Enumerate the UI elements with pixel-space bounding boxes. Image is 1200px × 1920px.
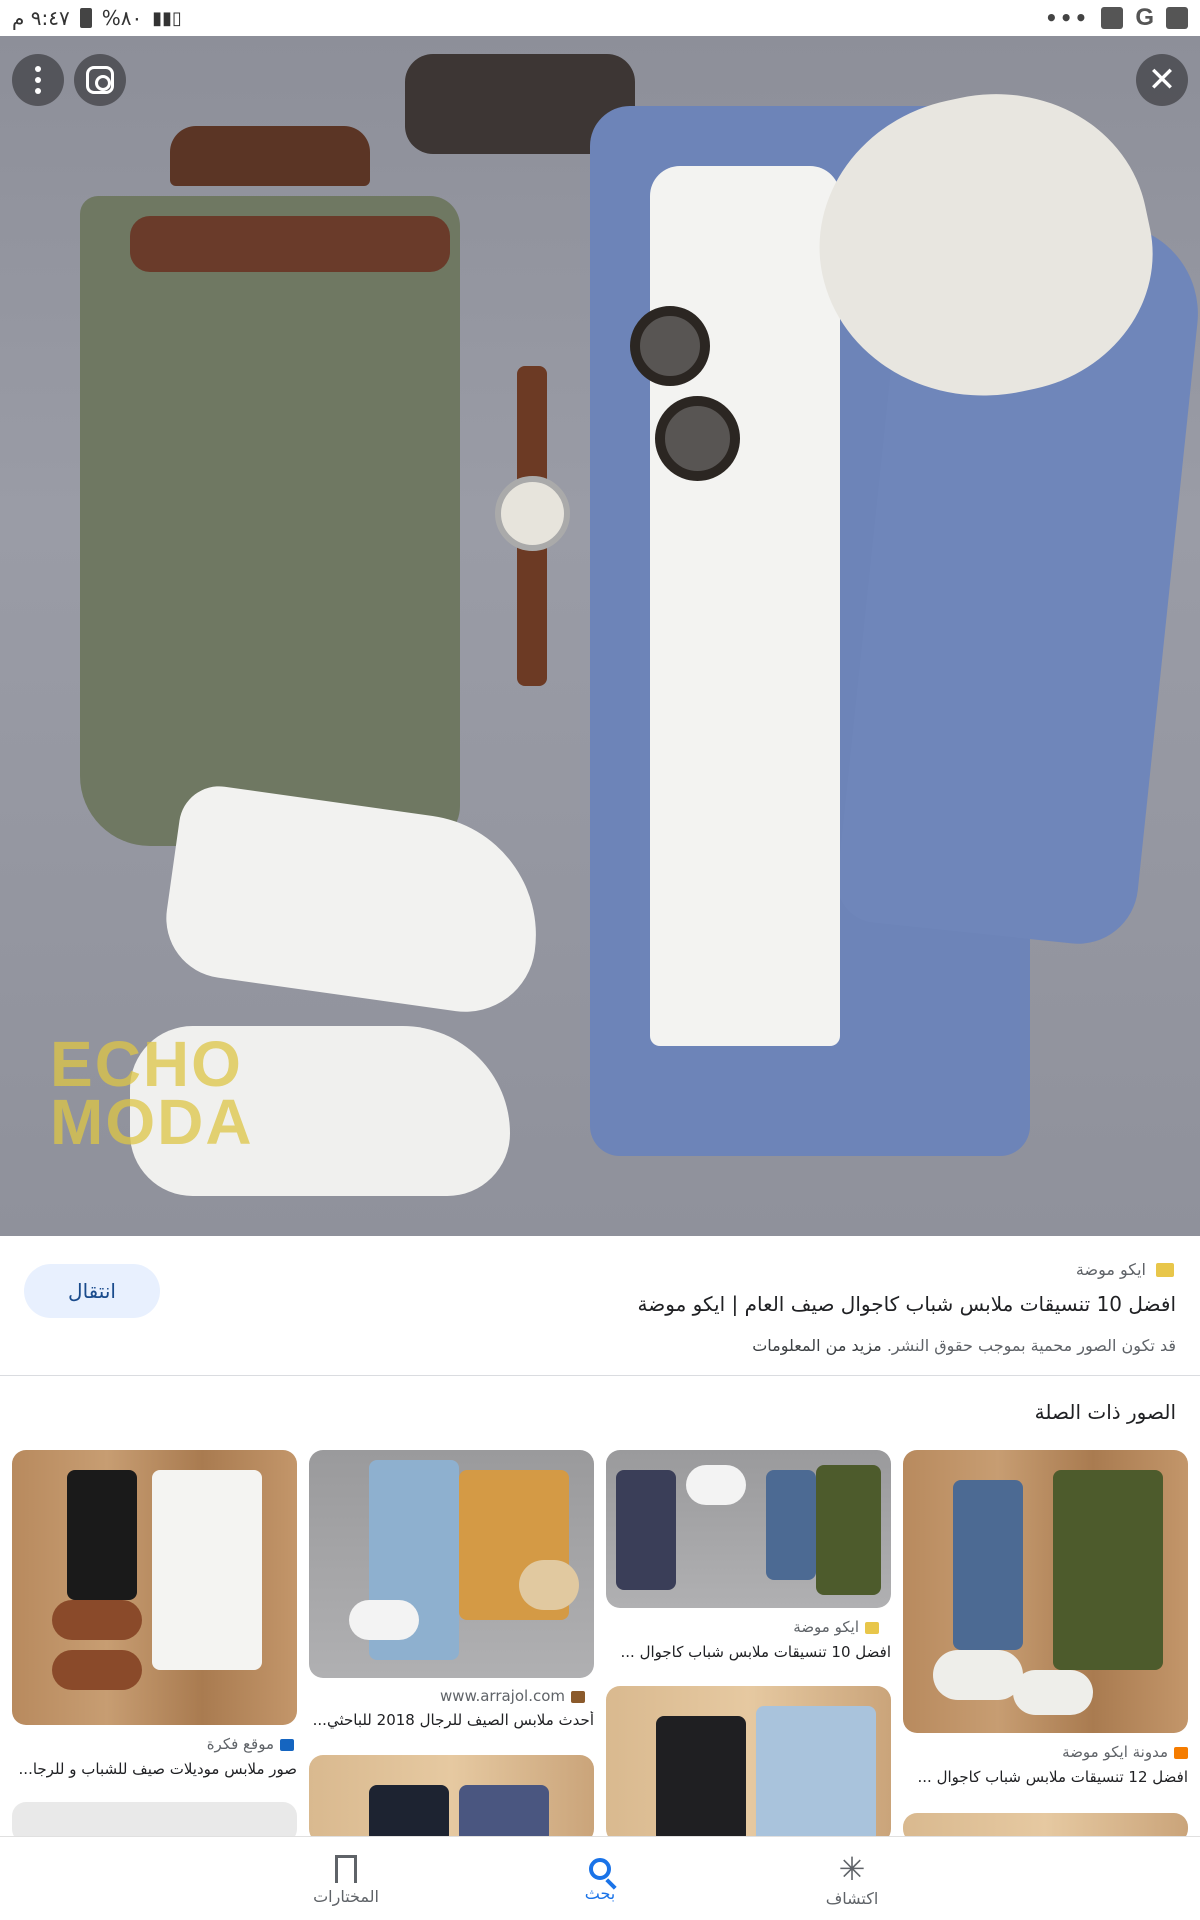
thumb-cap [519,1560,579,1610]
thumb-jacket [816,1465,881,1595]
search-icon [589,1857,611,1880]
main-image[interactable]: ECHO MODA ✕ [0,36,1200,1236]
image-sunglasses-right [655,396,740,481]
vertical-dots-icon [35,66,41,94]
thumb-jeans [656,1716,746,1843]
related-source-2[interactable]: ايكو موضة [793,1618,879,1636]
related-images-header: الصور ذات الصلة [1034,1400,1176,1424]
battery-level: %٨٠ [101,6,143,30]
visit-button[interactable]: انتقال [24,1264,160,1318]
image-tshirt [650,166,840,1046]
google-lens-icon [86,66,114,94]
image-shorts [80,196,460,846]
thumb-shoe [686,1465,746,1505]
image-watch-face [495,476,570,551]
more-options-button[interactable] [12,54,64,106]
related-title-2[interactable]: افضل 10 تنسيقات ملابس شباب كاجوال ... [611,1643,891,1661]
site-favicon-icon [571,1690,585,1703]
google-icon: G [1135,4,1154,31]
signal-icon: ▮▮▯ [152,7,182,29]
result-source-label: ايكو موضة [1075,1260,1146,1279]
bookmark-icon [335,1854,357,1883]
thumb-jeans [67,1470,137,1600]
thumb-shirt [756,1706,876,1843]
thumb-shoe [349,1600,419,1640]
gallery-icon [1166,7,1188,29]
more-info-link[interactable]: مزيد من المعلومات [752,1336,882,1355]
nav-discover[interactable]: ✳ اكتشاف [772,1845,932,1915]
image-watermark: ECHO MODA [50,1028,254,1158]
asterisk-icon: ✳ [838,1849,866,1888]
status-time: ٩:٤٧ م [12,6,70,30]
image-sunglasses-left [630,306,710,386]
thumb-plaid-shirt [616,1470,676,1590]
bottom-navigation: ✳ اكتشاف بحث المختارات [0,1836,1200,1920]
related-image-1[interactable] [903,1450,1188,1733]
nav-collections[interactable]: المختارات [266,1845,426,1915]
related-image-4[interactable] [12,1450,297,1725]
copyright-notice: قد تكون الصور محمية بموجب حقوق النشر. مز… [752,1336,1176,1355]
site-favicon-icon [865,1621,879,1634]
image-belt-loop [170,126,370,186]
site-favicon-icon [280,1738,294,1751]
related-image-6[interactable] [606,1686,891,1843]
thumb-jeans [766,1470,816,1580]
related-image-3[interactable] [309,1450,594,1678]
related-title-4[interactable]: صور ملابس موديلات صيف للشباب و للرجا... [12,1760,297,1778]
nav-collections-label: المختارات [313,1886,379,1906]
related-title-1[interactable]: افضل 12 تنسيقات ملابس شباب كاجوال ... [908,1768,1188,1786]
result-title[interactable]: افضل 10 تنسيقات ملابس شباب كاجوال صيف ال… [638,1292,1176,1316]
result-source[interactable]: ايكو موضة [1076,1260,1174,1279]
thumb-jacket [1053,1470,1163,1670]
image-sneaker-top [158,781,552,1021]
thumb-shoe [1013,1670,1093,1715]
related-source-4[interactable]: موقع فكرة [207,1735,294,1753]
close-icon: ✕ [1147,60,1177,100]
thumb-shirt [459,1785,549,1843]
lens-button[interactable] [74,54,126,106]
site-favicon-icon [1156,1262,1174,1277]
more-notifications-icon: ••• [1044,6,1090,30]
thumb-jeans [369,1785,449,1843]
status-bar: ٩:٤٧ م %٨٠ ▮▮▯ ••• G [0,0,1200,36]
thumb-shoe [52,1600,142,1640]
image-belt [130,216,450,272]
blogger-icon [1174,1746,1188,1759]
related-title-3[interactable]: أحدث ملابس الصيف للرجال 2018 للباحثي... [314,1711,594,1729]
nav-discover-label: اكتشاف [825,1888,879,1908]
related-source-1[interactable]: مدونة ايكو موضة [1062,1743,1188,1761]
close-button[interactable]: ✕ [1136,54,1188,106]
related-source-3[interactable]: www.arrajol.com [440,1687,585,1705]
flipboard-icon [1101,7,1124,29]
battery-icon [79,8,92,28]
nav-search[interactable]: بحث [520,1845,680,1915]
thumb-shirt [152,1470,262,1670]
related-image-2[interactable] [606,1450,891,1608]
related-image-7[interactable] [309,1755,594,1843]
thumb-shoe [52,1650,142,1690]
image-info-panel: ايكو موضة افضل 10 تنسيقات ملابس شباب كاج… [0,1236,1200,1376]
thumb-jeans [953,1480,1023,1650]
thumb-shoe [933,1650,1023,1700]
